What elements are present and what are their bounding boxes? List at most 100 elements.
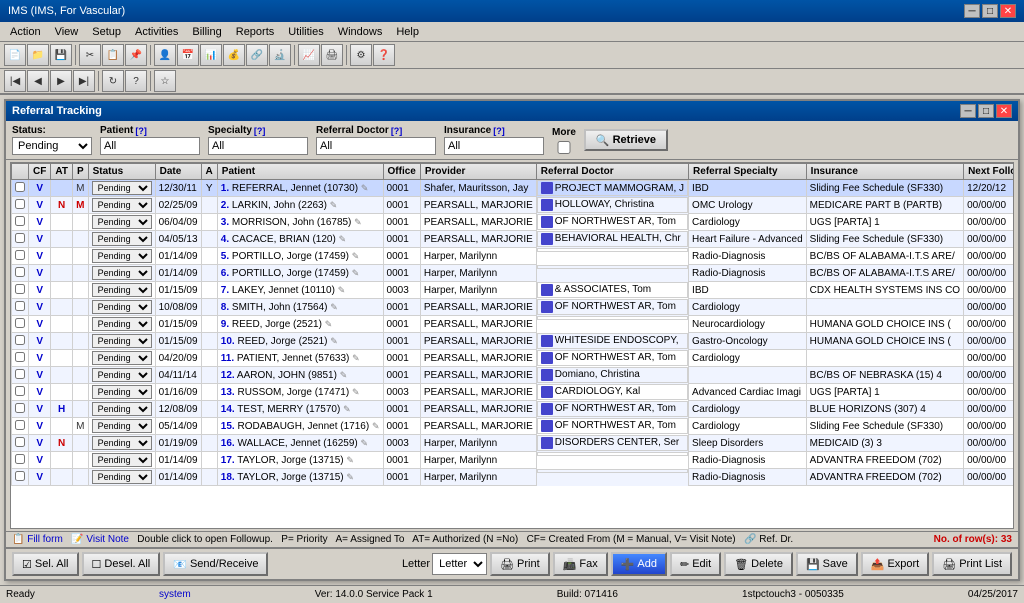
toolbar-chart[interactable]: 📊 — [200, 44, 222, 66]
toolbar-save[interactable]: 💾 — [50, 44, 72, 66]
status-dropdown[interactable]: Pending — [92, 419, 152, 433]
col-a[interactable]: A — [201, 164, 217, 180]
menu-view[interactable]: View — [49, 24, 85, 40]
menu-reports[interactable]: Reports — [230, 24, 281, 40]
ref-doctor-help-icon[interactable]: [?] — [391, 126, 403, 136]
col-insurance[interactable]: Insurance — [806, 164, 963, 180]
col-ref-doctor[interactable]: Referral Doctor — [536, 164, 688, 180]
table-row[interactable]: V Pending 10/08/09 8. SMITH, John (17564… — [12, 299, 1015, 316]
insurance-help-icon[interactable]: [?] — [493, 126, 505, 136]
toolbar-last[interactable]: ▶| — [73, 70, 95, 92]
ref-dr-link[interactable]: 🔗 — [744, 534, 756, 545]
pencil-icon[interactable]: ✎ — [361, 183, 369, 193]
row-number[interactable]: 4. — [221, 234, 229, 245]
desel-all-button[interactable]: ☐ Desel. All — [82, 552, 161, 576]
pencil-icon[interactable]: ✎ — [352, 251, 360, 261]
retrieve-button[interactable]: 🔍 Retrieve — [584, 129, 668, 151]
toolbar-copy[interactable]: 📋 — [102, 44, 124, 66]
status-dropdown[interactable]: Pending — [92, 470, 152, 484]
status-dropdown[interactable]: Pending — [92, 283, 152, 297]
ref-minimize-button[interactable]: ─ — [960, 104, 976, 118]
row-number[interactable]: 5. — [221, 251, 229, 262]
more-filter-checkbox[interactable] — [552, 141, 576, 154]
ref-doctor-filter-input[interactable] — [316, 137, 436, 155]
toolbar-prev[interactable]: ◀ — [27, 70, 49, 92]
status-filter-select[interactable]: Pending All Completed — [12, 137, 92, 155]
patient-help-icon[interactable]: [?] — [135, 126, 147, 136]
menu-action[interactable]: Action — [4, 24, 47, 40]
pencil-icon[interactable]: ✎ — [339, 234, 347, 244]
status-dropdown[interactable]: Pending — [92, 453, 152, 467]
row-number[interactable]: 3. — [221, 217, 229, 228]
visit-note-link[interactable]: 📝 Visit Note — [71, 534, 129, 545]
col-specialty[interactable]: Referral Specialty — [689, 164, 807, 180]
table-row[interactable]: V Pending 01/14/09 18. TAYLOR, Jorge (13… — [12, 469, 1015, 486]
pencil-icon[interactable]: ✎ — [352, 268, 360, 278]
row-number[interactable]: 9. — [221, 319, 229, 330]
table-row[interactable]: V N M Pending 02/25/09 2. LARKIN, John (… — [12, 197, 1015, 214]
table-row[interactable]: V Pending 06/04/09 3. MORRISON, John (16… — [12, 214, 1015, 231]
pencil-icon[interactable]: ✎ — [352, 353, 360, 363]
edit-button[interactable]: ✏ Edit — [670, 552, 721, 576]
row-number[interactable]: 10. — [221, 336, 235, 347]
row-number[interactable]: 15. — [221, 421, 235, 432]
col-next-followup[interactable]: Next Followup — [964, 164, 1014, 180]
grid-container[interactable]: CF AT P Status Date A Patient Office Pro… — [10, 162, 1014, 529]
col-status[interactable]: Status — [88, 164, 155, 180]
col-office[interactable]: Office — [383, 164, 420, 180]
pencil-icon[interactable]: ✎ — [330, 200, 338, 210]
toolbar-next[interactable]: ▶ — [50, 70, 72, 92]
table-row[interactable]: V Pending 04/05/13 4. CACACE, BRIAN (120… — [12, 231, 1015, 248]
specialty-help-icon[interactable]: [?] — [254, 126, 266, 136]
insurance-filter-input[interactable] — [444, 137, 544, 155]
toolbar-open[interactable]: 📁 — [27, 44, 49, 66]
status-dropdown[interactable]: Pending — [92, 181, 152, 195]
sel-all-button[interactable]: ☑ Sel. All — [12, 552, 79, 576]
status-dropdown[interactable]: Pending — [92, 317, 152, 331]
col-checkbox[interactable] — [12, 164, 29, 180]
ref-maximize-button[interactable]: □ — [978, 104, 994, 118]
toolbar-new[interactable]: 📄 — [4, 44, 26, 66]
toolbar-first[interactable]: |◀ — [4, 70, 26, 92]
col-patient[interactable]: Patient — [217, 164, 383, 180]
menu-windows[interactable]: Windows — [332, 24, 389, 40]
status-dropdown[interactable]: Pending — [92, 402, 152, 416]
send-receive-button[interactable]: 📧 Send/Receive — [163, 552, 268, 576]
status-dropdown[interactable]: Pending — [92, 351, 152, 365]
toolbar-print[interactable]: 🖨 — [321, 44, 343, 66]
maximize-button[interactable]: □ — [982, 4, 998, 18]
specialty-filter-input[interactable] — [208, 137, 308, 155]
toolbar-billing[interactable]: 💰 — [223, 44, 245, 66]
delete-button[interactable]: 🗑 Delete — [724, 552, 793, 576]
menu-utilities[interactable]: Utilities — [282, 24, 329, 40]
print-list-button[interactable]: 🖨 Print List — [932, 552, 1012, 576]
pencil-icon[interactable]: ✎ — [338, 285, 346, 295]
toolbar-lab[interactable]: 🔬 — [269, 44, 291, 66]
col-provider[interactable]: Provider — [420, 164, 536, 180]
export-button[interactable]: 📤 Export — [861, 552, 930, 576]
table-row[interactable]: V Pending 01/14/09 17. TAYLOR, Jorge (13… — [12, 452, 1015, 469]
row-number[interactable]: 1. — [221, 183, 229, 194]
pencil-icon[interactable]: ✎ — [343, 404, 351, 414]
col-cf[interactable]: CF — [29, 164, 51, 180]
row-number[interactable]: 13. — [221, 387, 235, 398]
add-button[interactable]: ➕ Add — [611, 552, 667, 576]
toolbar-patient[interactable]: 👤 — [154, 44, 176, 66]
toolbar-schedule[interactable]: 📅 — [177, 44, 199, 66]
table-row[interactable]: V Pending 01/16/09 13. RUSSOM, Jorge (17… — [12, 384, 1015, 401]
toolbar-reports[interactable]: 📈 — [298, 44, 320, 66]
menu-billing[interactable]: Billing — [186, 24, 227, 40]
row-number[interactable]: 2. — [221, 200, 229, 211]
col-date[interactable]: Date — [155, 164, 201, 180]
table-row[interactable]: V M Pending 12/30/11 Y 1. REFERRAL, Jenn… — [12, 180, 1015, 197]
table-row[interactable]: V Pending 01/14/09 5. PORTILLO, Jorge (1… — [12, 248, 1015, 265]
col-p[interactable]: P — [72, 164, 88, 180]
pencil-icon[interactable]: ✎ — [352, 387, 360, 397]
menu-help[interactable]: Help — [390, 24, 425, 40]
fax-button[interactable]: 📠 Fax — [553, 552, 608, 576]
status-dropdown[interactable]: Pending — [92, 436, 152, 450]
col-at[interactable]: AT — [51, 164, 73, 180]
status-dropdown[interactable]: Pending — [92, 334, 152, 348]
status-dropdown[interactable]: Pending — [92, 249, 152, 263]
status-dropdown[interactable]: Pending — [92, 385, 152, 399]
